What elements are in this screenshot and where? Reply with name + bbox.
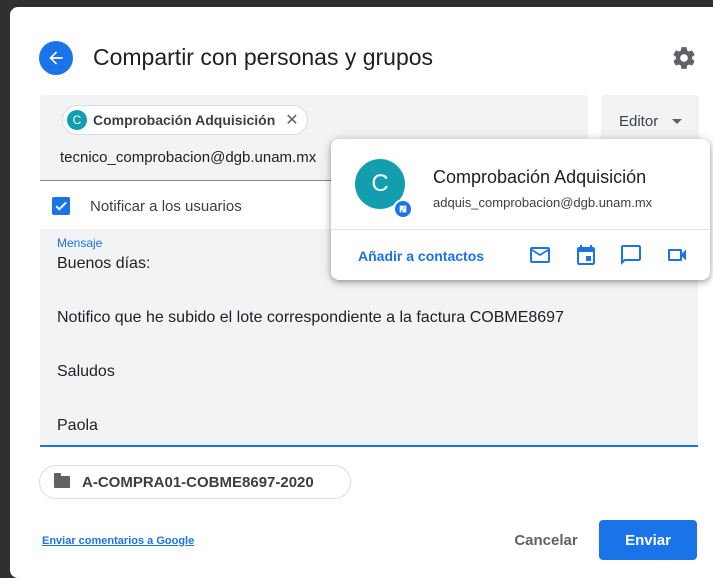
message-line: Notifico que he subido el lote correspon… [57, 309, 564, 326]
building-icon [393, 199, 413, 219]
dialog-title: Compartir con personas y grupos [93, 44, 434, 70]
contact-hovercard: C Comprobación Adquisición adquis_compro… [331, 139, 710, 280]
chat-icon[interactable] [619, 243, 643, 267]
add-to-contacts-link[interactable]: Añadir a contactos [358, 248, 484, 264]
send-button[interactable]: Enviar [599, 520, 697, 560]
message-line: Saludos [57, 363, 115, 380]
role-dropdown-label: Editor [619, 112, 659, 130]
file-name: A-COMPRA01-COBME8697-2020 [82, 473, 314, 491]
arrow-back-icon [49, 51, 63, 65]
divider [331, 229, 710, 230]
message-line: Paola [57, 417, 98, 434]
recipient-chip[interactable]: C Comprobación Adquisición ✕ [62, 105, 308, 135]
notify-label: Notificar a los usuarios [90, 197, 242, 215]
notify-row: Notificar a los usuarios [40, 185, 340, 227]
gear-icon[interactable] [671, 45, 697, 71]
message-line: Buenos días: [57, 255, 151, 272]
check-icon [55, 201, 67, 211]
back-button[interactable] [39, 41, 73, 75]
folder-icon [54, 473, 70, 488]
video-icon[interactable] [665, 243, 689, 267]
avatar: C [67, 110, 87, 130]
mail-icon[interactable] [528, 243, 552, 267]
recipient-input[interactable]: tecnico_comprobacion@dgb.unam.mx [60, 149, 360, 166]
caret-down-icon [672, 118, 683, 124]
cancel-button[interactable]: Cancelar [498, 522, 594, 558]
notify-checkbox[interactable] [52, 197, 70, 215]
share-dialog: Compartir con personas y grupos C Compro… [10, 7, 713, 578]
feedback-link[interactable]: Enviar comentarios a Google [42, 535, 194, 547]
contact-email: adquis_comprobacion@dgb.unam.mx [433, 195, 653, 210]
calendar-icon[interactable] [574, 243, 598, 267]
file-chip[interactable]: A-COMPRA01-COBME8697-2020 [39, 465, 351, 499]
contact-name: Comprobación Adquisición [433, 167, 647, 187]
message-label: Mensaje [57, 236, 103, 250]
recipient-chip-label: Comprobación Adquisición [93, 112, 276, 128]
close-icon[interactable]: ✕ [285, 110, 298, 130]
